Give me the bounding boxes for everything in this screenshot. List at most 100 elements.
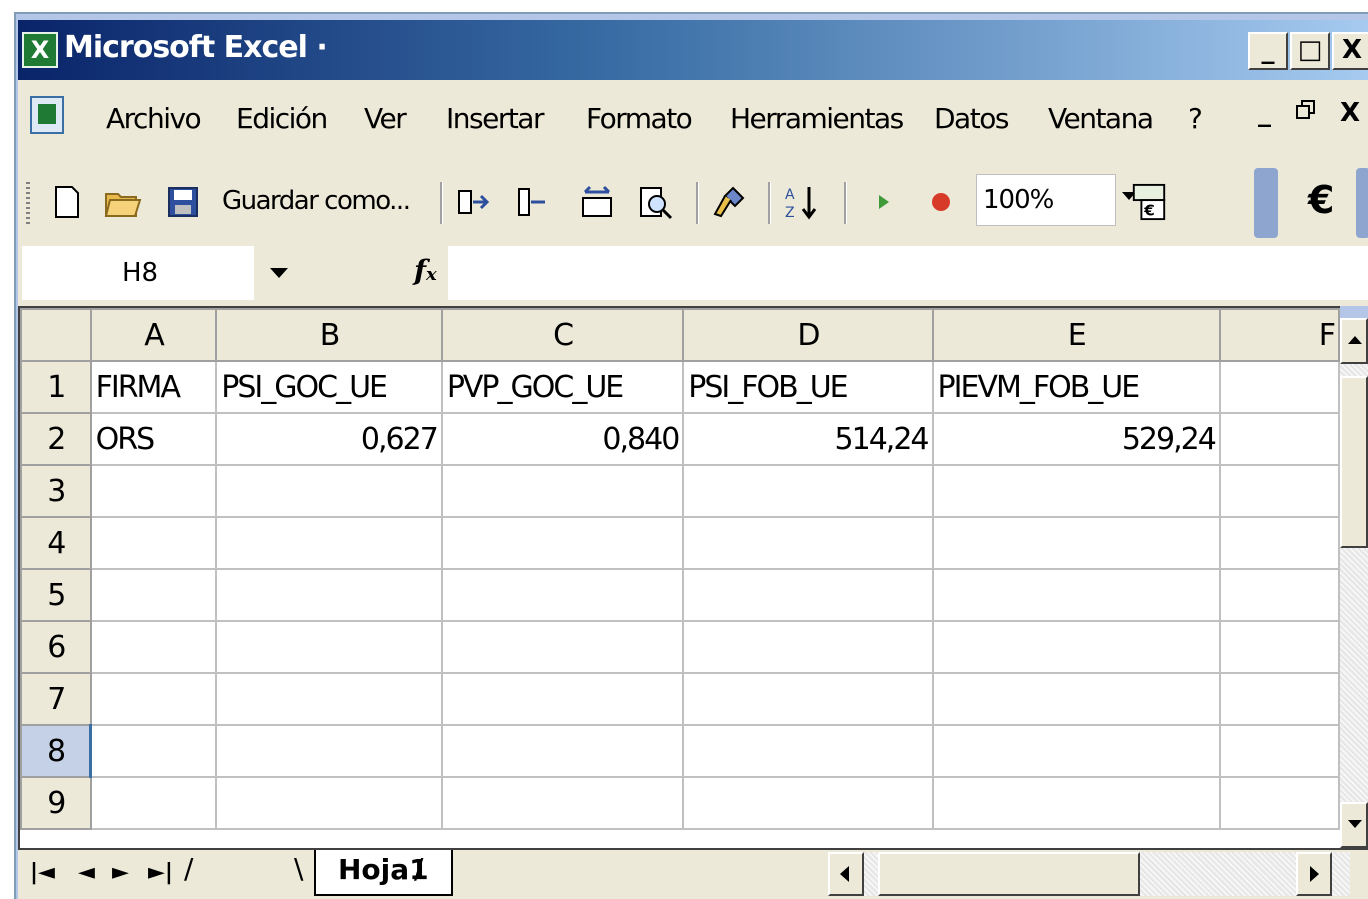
cell[interactable]	[931, 464, 1221, 518]
name-box[interactable]: H8	[22, 246, 254, 300]
previous-sheet-button[interactable]: ◄	[78, 860, 95, 885]
column-header-b[interactable]: B	[215, 308, 443, 362]
menu-formato[interactable]: Formato	[586, 102, 693, 135]
cell[interactable]	[89, 568, 218, 622]
cell[interactable]	[931, 724, 1221, 778]
cell[interactable]	[1218, 724, 1340, 778]
worksheet-grid[interactable]: A B C D E F 1 FIRMA PSI_GOC_UE PVP_GOC_U…	[18, 306, 1340, 848]
cell[interactable]	[1218, 620, 1340, 674]
cell-c2[interactable]: 0,840	[440, 412, 685, 466]
cell[interactable]	[215, 724, 443, 778]
cell[interactable]	[440, 464, 685, 518]
cell-a1[interactable]: FIRMA	[89, 360, 218, 414]
open-folder-icon[interactable]	[104, 182, 142, 222]
row-header[interactable]: 1	[20, 360, 92, 414]
euro-conversion-icon[interactable]: €	[1130, 182, 1168, 222]
cell[interactable]	[682, 464, 934, 518]
row-header-active[interactable]: 8	[20, 724, 93, 778]
cell-c1[interactable]: PVP_GOC_UE	[440, 360, 685, 414]
sheet-tab-hoja1[interactable]: Hoja1	[314, 850, 453, 896]
split-cells-icon[interactable]	[512, 182, 550, 222]
cell[interactable]	[89, 776, 218, 830]
first-sheet-button[interactable]: |◄	[30, 860, 55, 885]
cell[interactable]	[1218, 776, 1340, 830]
euro-button[interactable]: €	[1308, 178, 1334, 222]
cell[interactable]	[215, 464, 443, 518]
cell[interactable]	[1218, 516, 1340, 570]
cell-b2[interactable]: 0,627	[215, 412, 443, 466]
cell[interactable]	[931, 568, 1221, 622]
column-header-c[interactable]: C	[440, 308, 685, 362]
column-header-e[interactable]: E	[931, 308, 1221, 362]
toolbar-options-icon[interactable]	[1254, 168, 1278, 238]
insert-function-icon[interactable]: fx	[414, 254, 437, 287]
scroll-down-button[interactable]	[1340, 802, 1368, 848]
vertical-scroll-thumb[interactable]	[1340, 376, 1368, 548]
formula-input[interactable]	[448, 246, 1368, 300]
excel-app-icon[interactable]: X	[22, 32, 58, 68]
cell[interactable]	[1218, 672, 1340, 726]
doc-minimize-button[interactable]: _	[1258, 98, 1271, 128]
menu-herramientas[interactable]: Herramientas	[730, 102, 904, 135]
cell[interactable]	[682, 724, 934, 778]
row-header[interactable]: 6	[20, 620, 92, 674]
close-button[interactable]: X	[1332, 32, 1368, 70]
horizontal-scroll-thumb[interactable]	[878, 852, 1140, 896]
doc-close-button[interactable]: X	[1340, 98, 1360, 128]
run-macro-icon[interactable]	[864, 182, 902, 222]
column-header-d[interactable]: D	[682, 308, 934, 362]
menu-datos[interactable]: Datos	[934, 102, 1009, 135]
scroll-up-button[interactable]	[1340, 318, 1368, 364]
cell[interactable]	[440, 620, 685, 674]
cell[interactable]	[440, 672, 685, 726]
last-sheet-button[interactable]: ►|	[148, 860, 173, 885]
row-header[interactable]: 7	[20, 672, 92, 726]
name-box-dropdown-icon[interactable]	[270, 268, 288, 278]
column-header-a[interactable]: A	[89, 308, 218, 362]
cell[interactable]	[931, 776, 1221, 830]
cell-a2[interactable]: ORS	[89, 412, 218, 466]
cell[interactable]	[440, 776, 685, 830]
doc-restore-button[interactable]	[1296, 98, 1316, 128]
title-bar[interactable]: X Microsoft Excel · _ □ X	[18, 20, 1368, 80]
cell[interactable]	[682, 568, 934, 622]
row-header[interactable]: 2	[20, 412, 92, 466]
cell[interactable]	[682, 516, 934, 570]
cell[interactable]	[89, 672, 218, 726]
select-all-corner[interactable]	[20, 308, 92, 362]
cell[interactable]	[215, 776, 443, 830]
cell-e1[interactable]: PIEVM_FOB_UE	[931, 360, 1221, 414]
cell-d1[interactable]: PSI_FOB_UE	[682, 360, 934, 414]
print-preview-icon[interactable]	[636, 182, 674, 222]
merge-cells-icon[interactable]	[578, 182, 616, 222]
cell[interactable]	[215, 516, 443, 570]
cell-d2[interactable]: 514,24	[682, 412, 934, 466]
cell[interactable]	[440, 568, 685, 622]
new-document-icon[interactable]	[48, 182, 86, 222]
cell[interactable]	[931, 620, 1221, 674]
cell-f2[interactable]	[1218, 412, 1340, 466]
toolbar-grip[interactable]	[26, 182, 30, 224]
cell[interactable]	[440, 724, 685, 778]
maximize-button[interactable]: □	[1290, 32, 1330, 70]
cell[interactable]	[1218, 464, 1340, 518]
menu-ver[interactable]: Ver	[364, 102, 407, 135]
toolbar-options-icon[interactable]	[1356, 168, 1368, 238]
row-header[interactable]: 4	[20, 516, 92, 570]
cell[interactable]	[89, 620, 218, 674]
scroll-right-button[interactable]	[1296, 852, 1332, 896]
cell[interactable]	[682, 776, 934, 830]
move-right-icon[interactable]	[454, 182, 492, 222]
menu-ventana[interactable]: Ventana	[1048, 102, 1154, 135]
cell[interactable]	[440, 516, 685, 570]
cell[interactable]	[89, 464, 218, 518]
cell[interactable]	[682, 620, 934, 674]
menu-edicion[interactable]: Edición	[236, 102, 328, 135]
row-header[interactable]: 3	[20, 464, 92, 518]
cell[interactable]	[1218, 568, 1340, 622]
menu-insertar[interactable]: Insertar	[446, 102, 544, 135]
cell[interactable]	[931, 516, 1221, 570]
cell[interactable]	[215, 568, 443, 622]
column-header-f[interactable]: F	[1218, 308, 1340, 362]
cell[interactable]	[215, 620, 443, 674]
